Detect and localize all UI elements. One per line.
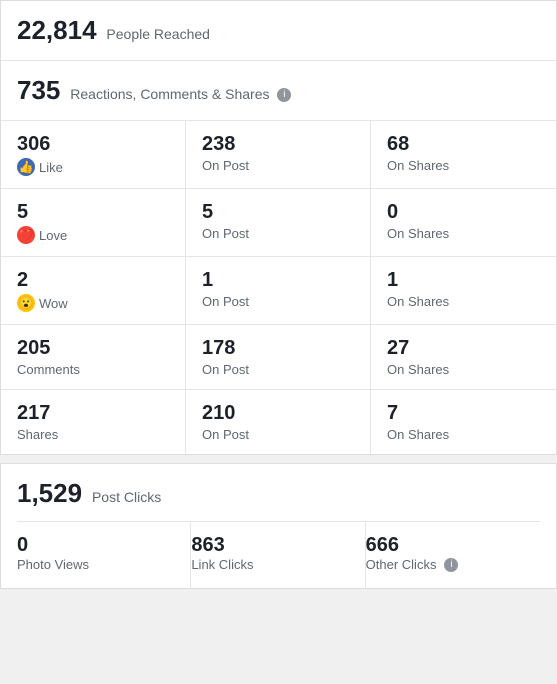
stat-number-0: 306 xyxy=(17,133,169,156)
click-cell-0: 0 Photo Views xyxy=(17,522,191,588)
click-label-0: Photo Views xyxy=(17,557,174,572)
stat-label-4: Shares xyxy=(17,427,169,442)
stat-row-2-col1: 2 😮Wow xyxy=(1,257,186,325)
stat-col2-number-3: 178 xyxy=(202,337,354,360)
stat-col2-number-2: 1 xyxy=(202,269,354,292)
stat-number-4: 217 xyxy=(17,402,169,425)
stat-col2-number-0: 238 xyxy=(202,133,354,156)
click-number-0: 0 xyxy=(17,534,174,557)
people-reached-row: 22,814 People Reached xyxy=(1,1,556,61)
stat-row-1-col2: 5 On Post xyxy=(186,189,371,257)
stat-label-0: 👍Like xyxy=(17,158,169,176)
stat-col2-label-4: On Post xyxy=(202,427,354,442)
stat-col3-number-4: 7 xyxy=(387,402,540,425)
stat-row-3-col3: 27 On Shares xyxy=(371,325,556,390)
stat-row-2-col3: 1 On Shares xyxy=(371,257,556,325)
reach-card: 22,814 People Reached 735 Reactions, Com… xyxy=(0,0,557,455)
stat-col3-label-4: On Shares xyxy=(387,427,540,442)
stat-row-1-col1: 5 ❤️Love xyxy=(1,189,186,257)
stat-number-2: 2 xyxy=(17,269,169,292)
stat-col2-number-4: 210 xyxy=(202,402,354,425)
stat-row-4-col2: 210 On Post xyxy=(186,390,371,454)
stats-grid: 306 👍Like 238 On Post 68 On Shares 5 ❤️L… xyxy=(1,121,556,454)
stat-label-2: 😮Wow xyxy=(17,294,169,312)
stat-label-1: ❤️Love xyxy=(17,226,169,244)
stat-col2-label-0: On Post xyxy=(202,158,354,173)
stat-row-0-col3: 68 On Shares xyxy=(371,121,556,189)
stat-col3-number-3: 27 xyxy=(387,337,540,360)
click-label-2: Other Clicksi xyxy=(366,557,524,572)
stat-col3-label-1: On Shares xyxy=(387,226,540,241)
reactions-label: Reactions, Comments & Shares xyxy=(70,86,269,102)
post-clicks-number: 1,529 xyxy=(17,478,82,508)
stat-col3-number-0: 68 xyxy=(387,133,540,156)
stat-row-1-col3: 0 On Shares xyxy=(371,189,556,257)
stat-col3-number-1: 0 xyxy=(387,201,540,224)
stat-row-3-col1: 205 Comments xyxy=(1,325,186,390)
stat-row-0-col2: 238 On Post xyxy=(186,121,371,189)
wow-icon: 😮 xyxy=(17,294,35,312)
stat-col3-label-0: On Shares xyxy=(387,158,540,173)
post-clicks-header: 1,529 Post Clicks xyxy=(17,478,540,522)
stat-col2-label-2: On Post xyxy=(202,294,354,309)
stat-col3-number-2: 1 xyxy=(387,269,540,292)
click-label-1: Link Clicks xyxy=(191,557,348,572)
stat-number-3: 205 xyxy=(17,337,169,360)
stat-row-4-col1: 217 Shares xyxy=(1,390,186,454)
stat-col3-label-2: On Shares xyxy=(387,294,540,309)
reactions-number: 735 xyxy=(17,75,60,105)
stat-col3-label-3: On Shares xyxy=(387,362,540,377)
love-icon: ❤️ xyxy=(17,226,35,244)
click-number-2: 666 xyxy=(366,534,524,557)
people-reached-number: 22,814 xyxy=(17,15,97,45)
reactions-summary-row: 735 Reactions, Comments & Shares i xyxy=(1,61,556,121)
post-clicks-section: 1,529 Post Clicks 0 Photo Views 863 Link… xyxy=(0,463,557,589)
stat-col2-number-1: 5 xyxy=(202,201,354,224)
other-clicks-info-icon[interactable]: i xyxy=(444,558,458,572)
stat-number-1: 5 xyxy=(17,201,169,224)
clicks-grid: 0 Photo Views 863 Link Clicks 666 Other … xyxy=(17,522,540,588)
click-cell-1: 863 Link Clicks xyxy=(191,522,365,588)
stat-label-3: Comments xyxy=(17,362,169,377)
stat-row-4-col3: 7 On Shares xyxy=(371,390,556,454)
like-icon: 👍 xyxy=(17,158,35,176)
post-clicks-label: Post Clicks xyxy=(92,489,161,505)
people-reached-label: People Reached xyxy=(106,26,210,42)
stat-row-2-col2: 1 On Post xyxy=(186,257,371,325)
stat-row-0-col1: 306 👍Like xyxy=(1,121,186,189)
reactions-info-icon[interactable]: i xyxy=(277,88,291,102)
stat-col2-label-1: On Post xyxy=(202,226,354,241)
click-cell-2: 666 Other Clicksi xyxy=(366,522,540,588)
stat-col2-label-3: On Post xyxy=(202,362,354,377)
click-number-1: 863 xyxy=(191,534,348,557)
stat-row-3-col2: 178 On Post xyxy=(186,325,371,390)
